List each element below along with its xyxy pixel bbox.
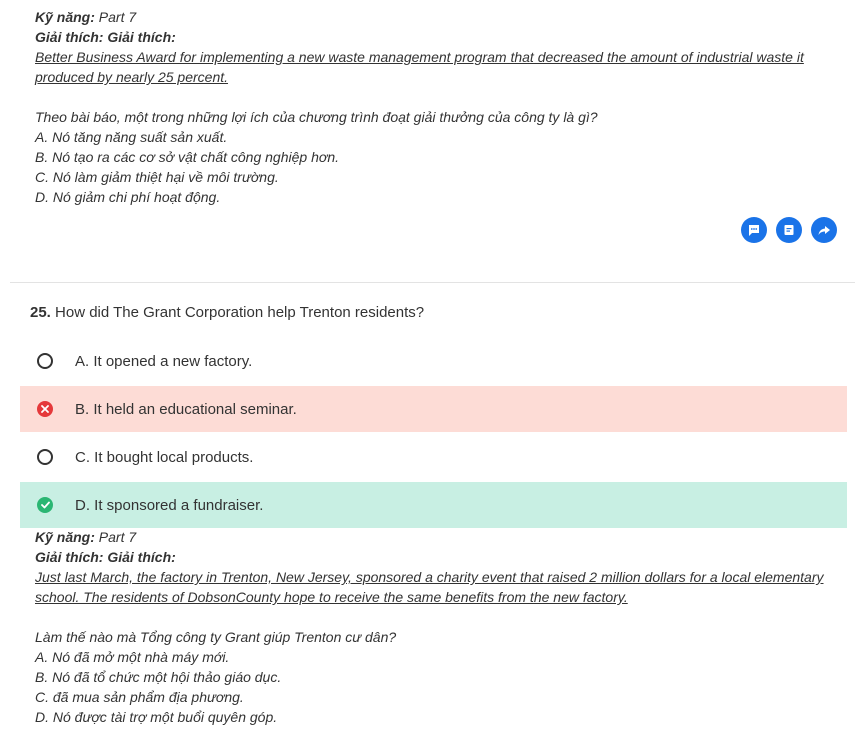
answer-explanation: Kỹ năng: Part 7 Giải thích: Giải thích: …	[35, 527, 835, 727]
translated-option: C. Nó làm giảm thiệt hại về môi trường.	[35, 169, 279, 185]
option-label: B. It held an educational seminar.	[75, 400, 297, 418]
comment-button[interactable]	[741, 217, 767, 243]
translated-option: A. Nó tăng năng suất sản xuất.	[35, 129, 228, 145]
answer-option-d[interactable]: D. It sponsored a fundraiser.	[20, 482, 847, 528]
share-icon	[818, 226, 830, 235]
radio-icon[interactable]	[37, 353, 53, 369]
previous-explanation: Kỹ năng: Part 7 Giải thích: Giải thích: …	[35, 7, 835, 207]
skill-line: Kỹ năng: Part 7	[35, 9, 137, 25]
answer-option-c[interactable]: C. It bought local products.	[20, 434, 847, 480]
action-buttons	[741, 217, 837, 243]
question-title: 25. How did The Grant Corporation help T…	[30, 304, 424, 321]
option-label: C. It bought local products.	[75, 448, 254, 466]
translated-option: B. Nó đã tổ chức một hội thảo giáo dục.	[35, 669, 282, 685]
skill-line: Kỹ năng: Part 7	[35, 529, 137, 545]
explanation-label: Giải thích: Giải thích:	[35, 29, 176, 45]
check-icon	[37, 497, 53, 513]
radio-icon[interactable]	[37, 449, 53, 465]
translated-option: D. Nó giảm chi phí hoạt động.	[35, 189, 221, 205]
quote-line: produced by nearly 25 percent.	[35, 69, 229, 85]
quote-line: Just last March, the factory in Trenton,…	[35, 569, 824, 585]
translated-option: C. đã mua sản phẩm địa phương.	[35, 689, 244, 705]
question-text: How did The Grant Corporation help Trent…	[55, 304, 425, 321]
comment-icon	[749, 225, 759, 236]
share-button[interactable]	[811, 217, 837, 243]
translated-question: Theo bài báo, một trong những lợi ích củ…	[35, 109, 598, 125]
quote-line: Better Business Award for implementing a…	[35, 49, 804, 65]
question-number: 25.	[30, 304, 51, 321]
note-button[interactable]	[776, 217, 802, 243]
answer-option-a[interactable]: A. It opened a new factory.	[20, 338, 847, 384]
option-label: A. It opened a new factory.	[75, 352, 253, 370]
translated-question: Làm thế nào mà Tổng công ty Grant giúp T…	[35, 629, 397, 645]
answer-option-b[interactable]: B. It held an educational seminar.	[20, 386, 847, 432]
note-icon	[784, 225, 794, 235]
quote-line: school. The residents of DobsonCounty ho…	[35, 589, 628, 605]
wrong-icon	[37, 401, 53, 417]
translated-option: B. Nó tạo ra các cơ sở vật chất công ngh…	[35, 149, 339, 165]
option-label: D. It sponsored a fundraiser.	[75, 496, 264, 514]
divider	[10, 282, 855, 283]
translated-option: D. Nó được tài trợ một buổi quyên góp.	[35, 709, 278, 725]
translated-option: A. Nó đã mở một nhà máy mới.	[35, 649, 230, 665]
explanation-label: Giải thích: Giải thích:	[35, 549, 176, 565]
